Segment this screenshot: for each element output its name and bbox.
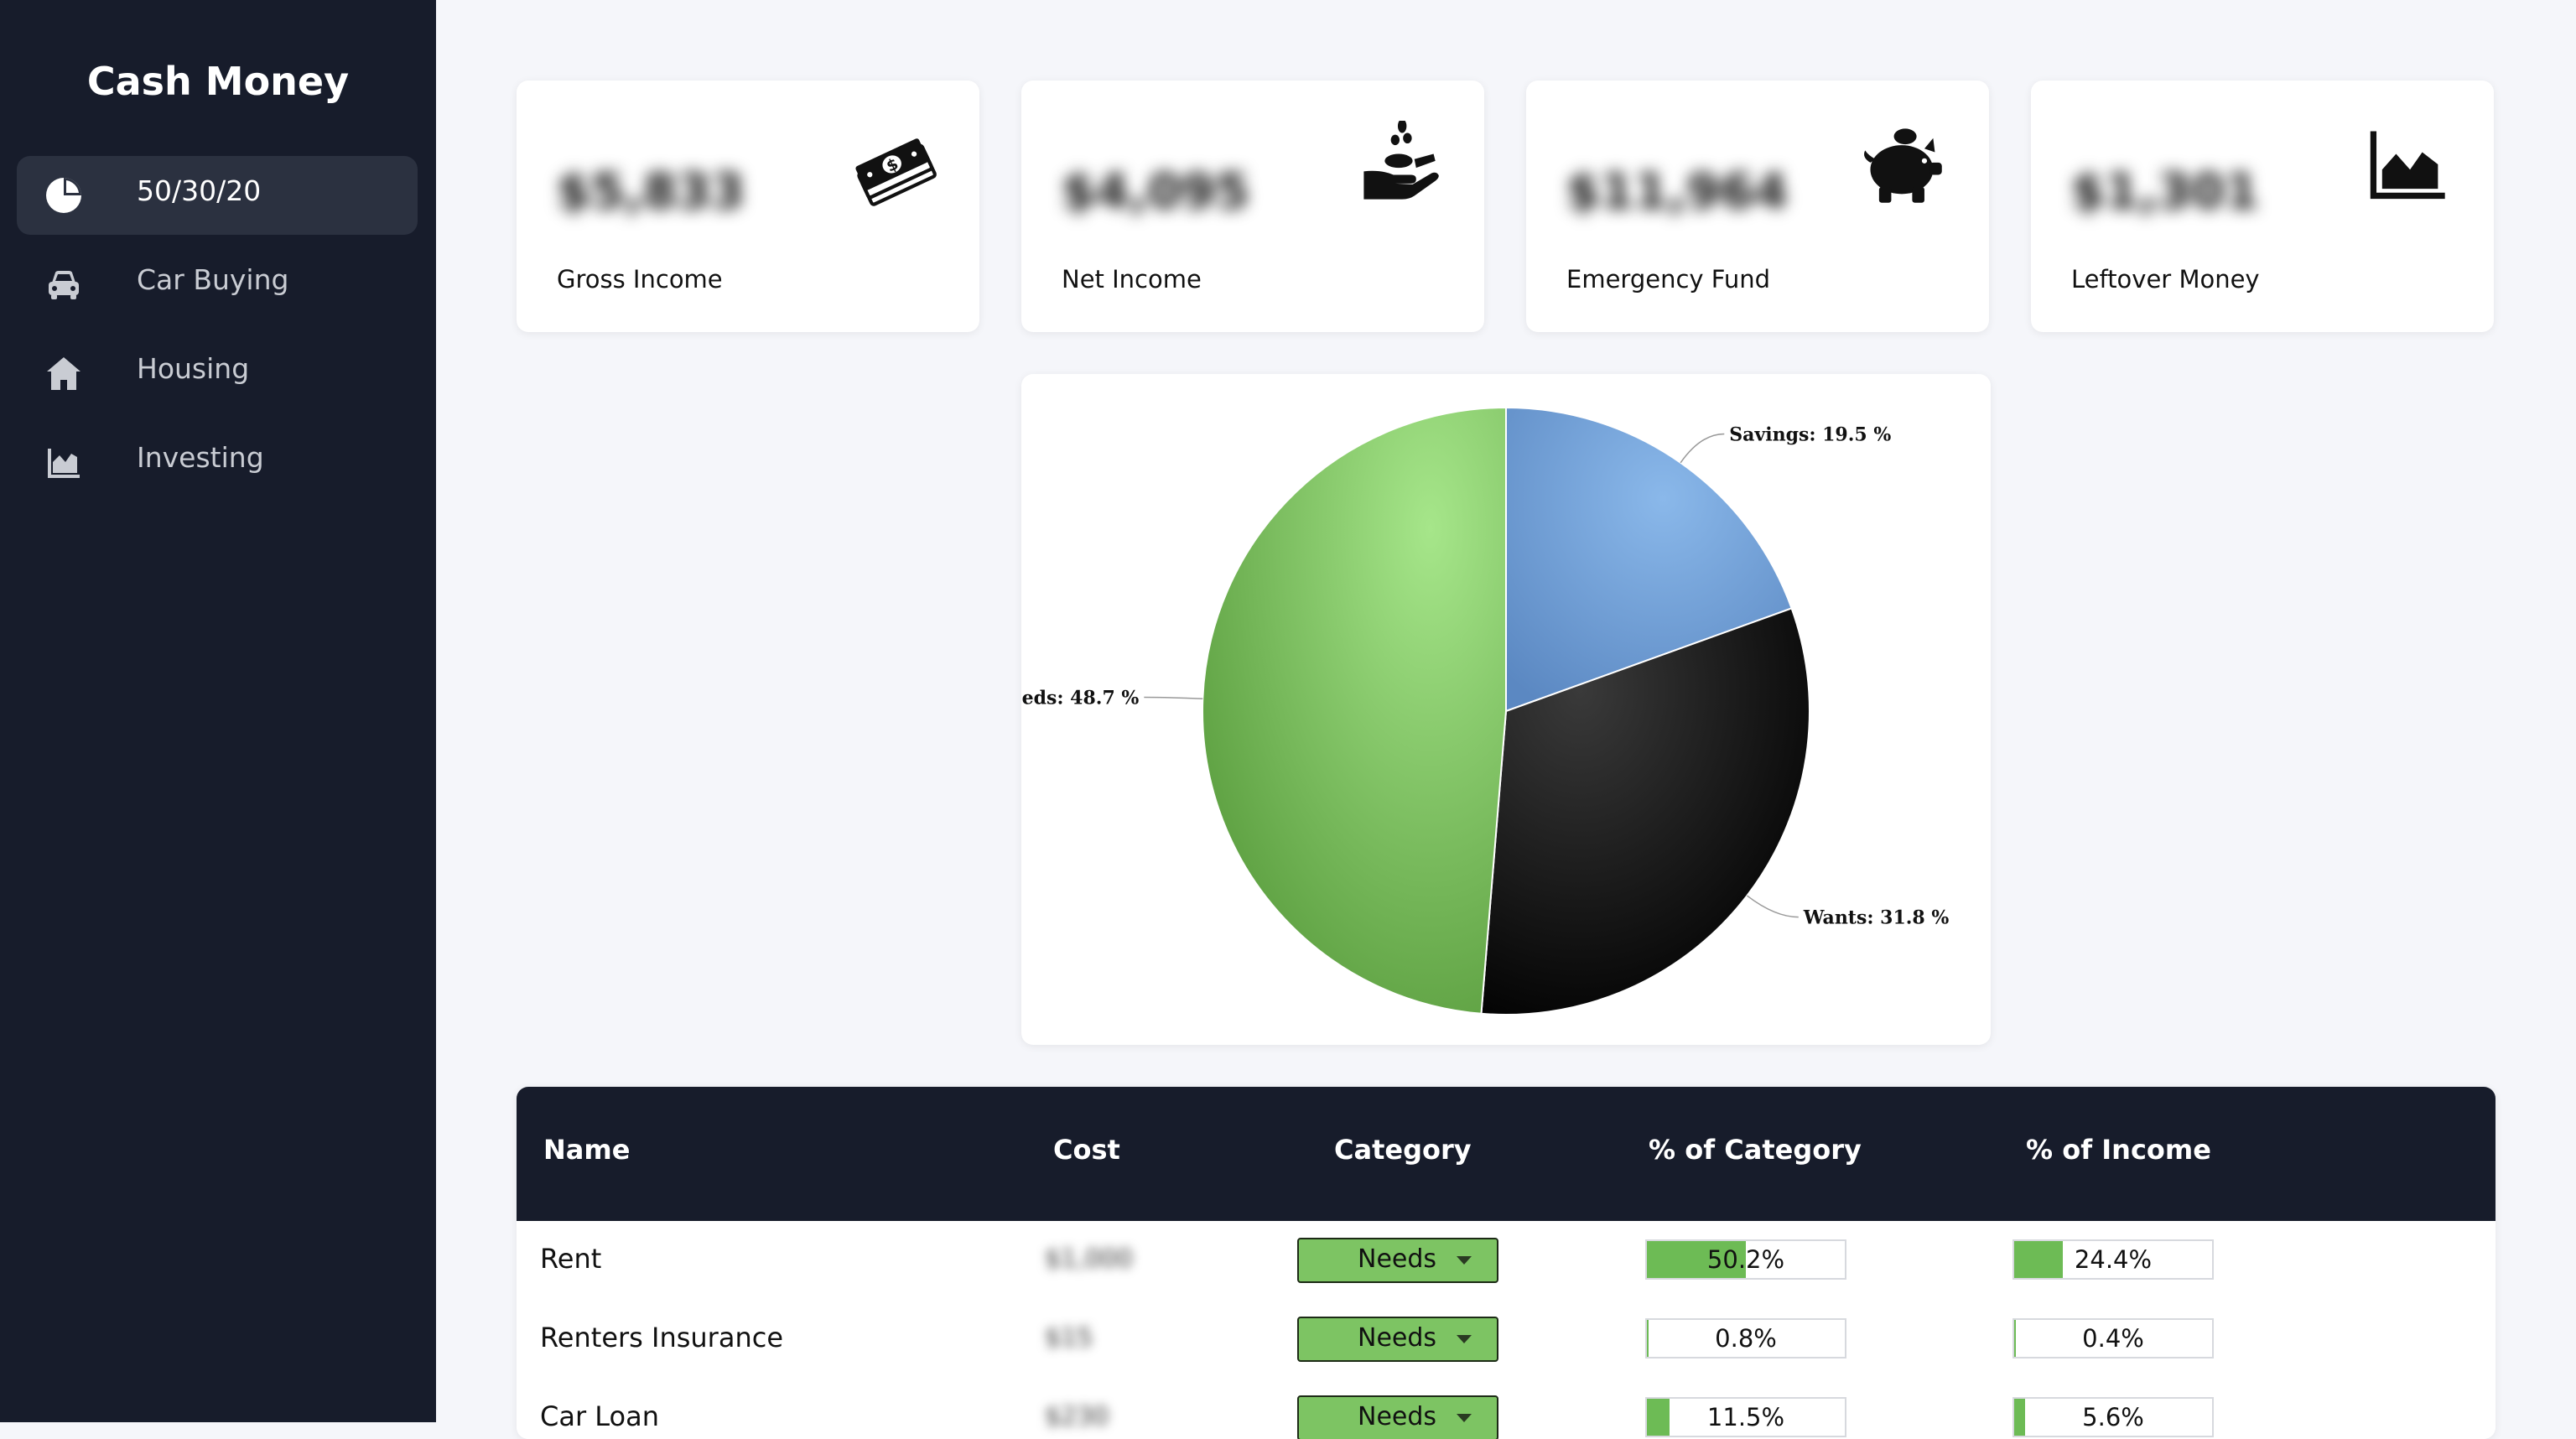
- table-header: Name Cost Category % of Category % of In…: [517, 1087, 2496, 1221]
- table-row: Car Loan $230 Needs 11.5% 5.6%: [517, 1379, 2496, 1439]
- money-stack-icon: $: [855, 138, 937, 206]
- pie-slice-needs[interactable]: [1202, 406, 1507, 1015]
- sidebar-item-label: 50/30/20: [137, 174, 262, 207]
- category-select[interactable]: Needs: [1297, 1238, 1498, 1283]
- row-name[interactable]: Rent: [540, 1243, 601, 1275]
- home-icon: [47, 357, 80, 390]
- sidebar-item-investing[interactable]: Investing: [17, 423, 418, 501]
- pct-category-text: 0.8%: [1715, 1324, 1777, 1353]
- row-cost[interactable]: $15: [1045, 1323, 1093, 1353]
- category-select-value: Needs: [1358, 1244, 1437, 1274]
- card-label: Gross Income: [557, 265, 723, 294]
- pct-income-bar: 5.6%: [2012, 1397, 2214, 1437]
- sidebar-item-label: Car Buying: [137, 263, 289, 296]
- chevron-down-icon: [1457, 1335, 1472, 1343]
- net-income-card: $4,095 Net Income: [1021, 81, 1484, 332]
- pct-category-bar: 50.2%: [1645, 1239, 1846, 1280]
- card-label: Net Income: [1062, 265, 1202, 294]
- pct-income-text: 0.4%: [2082, 1324, 2144, 1353]
- pie-chart-icon: [46, 178, 81, 213]
- pie-label-savings: Savings: 19.5 %: [1729, 423, 1891, 445]
- header-pct-category[interactable]: % of Category: [1649, 1134, 1862, 1166]
- header-pct-income[interactable]: % of Income: [2026, 1134, 2211, 1166]
- expenses-table: Name Cost Category % of Category % of In…: [517, 1087, 2496, 1439]
- row-name[interactable]: Car Loan: [540, 1400, 659, 1432]
- chevron-down-icon: [1457, 1256, 1472, 1265]
- area-chart-icon: [2370, 131, 2445, 200]
- header-cost[interactable]: Cost: [1053, 1134, 1120, 1166]
- pct-income-text: 5.6%: [2082, 1403, 2144, 1431]
- pie-leader-line: [1680, 433, 1725, 464]
- pct-income-text: 24.4%: [2074, 1245, 2153, 1274]
- card-value: $11,964: [1566, 163, 1789, 220]
- category-select-value: Needs: [1358, 1402, 1437, 1431]
- pie-leader-line: [1144, 696, 1203, 699]
- pct-income-bar: 0.4%: [2012, 1318, 2214, 1358]
- sidebar-item-car-buying[interactable]: Car Buying: [17, 245, 418, 324]
- pct-income-bar: 24.4%: [2012, 1239, 2214, 1280]
- gross-income-card: $5,833 Gross Income $: [517, 81, 979, 332]
- sidebar-item-housing[interactable]: Housing: [17, 334, 418, 413]
- emergency-fund-card: $11,964 Emergency Fund: [1526, 81, 1989, 332]
- app-title: Cash Money: [86, 59, 350, 104]
- pct-category-text: 11.5%: [1706, 1403, 1785, 1431]
- sidebar-item-50-30-20[interactable]: 50/30/20: [17, 156, 418, 235]
- card-label: Emergency Fund: [1566, 265, 1771, 294]
- hand-seedling-icon: [1363, 121, 1439, 200]
- header-name[interactable]: Name: [543, 1134, 630, 1166]
- car-icon: [49, 271, 79, 299]
- header-category[interactable]: Category: [1334, 1134, 1472, 1166]
- card-value: $5,833: [557, 163, 745, 220]
- pie-label-wants: Wants: 31.8 %: [1803, 907, 1950, 929]
- budget-pie-chart: Savings: 19.5 % Wants: 31.8 % Needs: 48.7 …: [1021, 374, 1991, 1045]
- category-select[interactable]: Needs: [1297, 1317, 1498, 1362]
- card-label: Leftover Money: [2071, 265, 2260, 294]
- piggy-bank-icon: [1864, 128, 1942, 203]
- card-value: $1,301: [2071, 163, 2259, 220]
- table-row: Rent $1,000 Needs 50.2% 24.4%: [517, 1221, 2496, 1301]
- row-name[interactable]: Renters Insurance: [540, 1322, 783, 1353]
- pie-chart-svg: Savings: 19.5 % Wants: 31.8 % Needs: 48.7 …: [1021, 406, 1950, 1016]
- area-chart-icon: [48, 449, 80, 478]
- pie-label-needs: Needs: 48.7 %: [1021, 688, 1139, 709]
- sidebar-item-label: Investing: [137, 441, 264, 474]
- table-row: Renters Insurance $15 Needs 0.8% 0.4%: [517, 1300, 2496, 1380]
- chevron-down-icon: [1457, 1414, 1472, 1422]
- row-cost[interactable]: $230: [1045, 1402, 1109, 1431]
- sidebar-item-label: Housing: [137, 352, 250, 385]
- pct-category-bar: 0.8%: [1645, 1318, 1846, 1358]
- pie-leader-line: [1746, 895, 1799, 918]
- category-select[interactable]: Needs: [1297, 1395, 1498, 1439]
- card-value: $4,095: [1062, 163, 1249, 220]
- pct-category-bar: 11.5%: [1645, 1397, 1846, 1437]
- category-select-value: Needs: [1358, 1323, 1437, 1353]
- leftover-money-card: $1,301 Leftover Money: [2031, 81, 2494, 332]
- pct-category-text: 50.2%: [1706, 1245, 1785, 1274]
- row-cost[interactable]: $1,000: [1045, 1244, 1133, 1274]
- sidebar: Cash Money 50/30/20 Car Buying Housing I…: [0, 0, 436, 1422]
